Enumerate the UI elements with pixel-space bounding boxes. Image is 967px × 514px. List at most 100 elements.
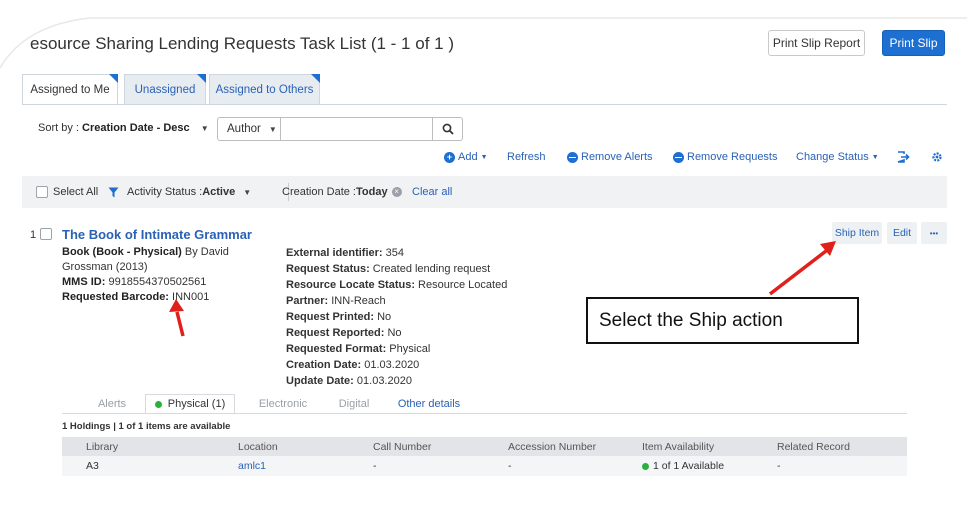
detail-label: Request Reported: (286, 327, 388, 339)
detail-row: Partner: INN-Reach (286, 293, 586, 309)
page-title: esource Sharing Lending Requests Task Li… (30, 34, 454, 53)
record-title-link[interactable]: The Book of Intimate Grammar (62, 227, 252, 242)
tab-assigned-to-others[interactable]: Assigned to Others (209, 74, 320, 104)
subtab-electronic[interactable]: Electronic (248, 394, 318, 414)
search-field-select[interactable]: Author ▼ (217, 117, 281, 141)
tab-corner-marker (311, 74, 320, 83)
detail-value: Physical (389, 343, 431, 355)
checkbox[interactable] (36, 186, 48, 198)
edit-button[interactable]: Edit (887, 222, 917, 244)
creation-date-filter: Creation Date : Today × (282, 186, 402, 198)
caret-down-icon: ▼ (871, 153, 879, 161)
tab-label: Unassigned (134, 83, 196, 96)
column-header: Library (86, 440, 119, 453)
plus-circle-icon: + (444, 151, 455, 163)
detail-value: No (387, 327, 402, 339)
more-actions-button[interactable]: ••• (921, 222, 947, 244)
related-record-cell: - (777, 460, 781, 472)
column-header: Location (238, 440, 278, 453)
detail-label: Update Date: (286, 375, 357, 387)
arrow-line-icon (175, 311, 185, 337)
sort-by-value: Creation Date - Desc (82, 122, 190, 134)
detail-row: Request Printed: No (286, 309, 586, 325)
print-slip-button[interactable]: Print Slip (882, 30, 945, 56)
gear-icon (932, 152, 942, 162)
tab-corner-marker (197, 74, 206, 83)
arrow-line-icon (768, 249, 828, 296)
remove-filter-icon[interactable]: × (391, 187, 402, 197)
detail-label: Creation Date: (286, 359, 365, 371)
caret-down-icon: ▼ (200, 124, 209, 133)
select-all-label: Select All (53, 186, 99, 198)
barcode-value: INN001 (172, 291, 210, 303)
creation-date-label: Creation Date : (282, 186, 356, 198)
activity-status-value: Active (202, 186, 236, 198)
tab-divider (22, 104, 947, 105)
change-status-label: Change Status (796, 151, 869, 163)
caret-down-icon: ▼ (243, 187, 252, 197)
export-icon (897, 151, 910, 163)
tab-label: Assigned to Me (30, 84, 110, 96)
holdings-table: Library Location Call Number Accession N… (62, 437, 907, 476)
detail-value: Created lending request (372, 263, 491, 275)
availability-cell: 1 of 1 Available (642, 456, 724, 476)
detail-row: Request Status: Created lending request (286, 261, 586, 277)
sort-by-label: Sort by : (38, 122, 83, 134)
subtab-physical[interactable]: Physical (1) (145, 394, 235, 414)
detail-label: Request Status: (286, 263, 373, 275)
table-row: A3 amlc1 - - 1 of 1 Available - (62, 456, 907, 476)
sort-by-dropdown[interactable]: Sort by : Creation Date - Desc ▼ (38, 122, 209, 134)
clear-all-link[interactable]: Clear all (412, 186, 452, 198)
subtab-alerts[interactable]: Alerts (82, 394, 142, 414)
activity-status-filter[interactable]: Activity Status : Active ▼ (108, 186, 251, 198)
caret-down-icon: ▼ (268, 124, 277, 134)
filter-bar: Select All Activity Status : Active ▼ Cr… (22, 176, 947, 208)
add-button[interactable]: + Add ▼ (444, 151, 488, 163)
location-link[interactable]: amlc1 (238, 456, 266, 476)
detail-value: No (377, 311, 392, 323)
select-all-checkbox[interactable]: Select All (36, 186, 98, 198)
record-subtabs: Alerts Physical (1) Electronic Digital O… (62, 394, 907, 414)
tab-unassigned[interactable]: Unassigned (124, 74, 206, 104)
detail-label: Resource Locate Status: (286, 279, 419, 291)
record-number: 1 (30, 229, 37, 241)
tab-corner-marker (109, 74, 118, 83)
library-cell: A3 (86, 460, 99, 472)
detail-value: 354 (385, 247, 404, 259)
tab-assigned-to-me[interactable]: Assigned to Me (22, 74, 118, 105)
subtab-other-details[interactable]: Other details (394, 394, 464, 414)
detail-label: Request Printed: (286, 311, 378, 323)
creation-date-value: Today (355, 186, 388, 198)
export-button[interactable] (897, 151, 910, 163)
holdings-summary: 1 Holdings | 1 of 1 items are available (62, 421, 231, 432)
remove-alerts-button[interactable]: Remove Alerts (567, 151, 653, 163)
ship-item-button[interactable]: Ship Item (832, 222, 882, 244)
remove-alerts-label: Remove Alerts (581, 151, 653, 163)
detail-row: Update Date: 01.03.2020 (286, 373, 586, 389)
change-status-button[interactable]: Change Status ▼ (796, 151, 879, 163)
detail-row: External identifier: 354 (286, 245, 586, 261)
record-checkbox[interactable] (40, 228, 52, 240)
record-bib-info: Book (Book - Physical) By David Grossman… (62, 245, 262, 305)
refresh-button[interactable]: Refresh (507, 151, 546, 163)
detail-label: External identifier: (286, 247, 386, 259)
detail-row: Request Reported: No (286, 325, 586, 341)
barcode-label: Requested Barcode: (62, 291, 173, 303)
subtab-divider (62, 413, 907, 414)
settings-button[interactable] (931, 151, 943, 163)
print-slip-report-button[interactable]: Print Slip Report (768, 30, 865, 56)
subtab-digital[interactable]: Digital (324, 394, 384, 414)
format-label: Book (Book - Physical) (62, 246, 182, 258)
column-header: Accession Number (508, 440, 597, 453)
availability-text: 1 of 1 Available (653, 460, 725, 472)
column-header: Item Availability (642, 440, 715, 453)
table-header: Library Location Call Number Accession N… (62, 437, 907, 456)
search-button[interactable] (433, 117, 463, 141)
search-group: Author ▼ (217, 117, 463, 141)
remove-requests-button[interactable]: Remove Requests (673, 151, 778, 163)
column-header: Call Number (373, 440, 432, 453)
search-input[interactable] (281, 117, 433, 141)
minus-circle-icon (673, 151, 684, 163)
refresh-label: Refresh (507, 151, 546, 163)
filter-icon (108, 187, 119, 197)
